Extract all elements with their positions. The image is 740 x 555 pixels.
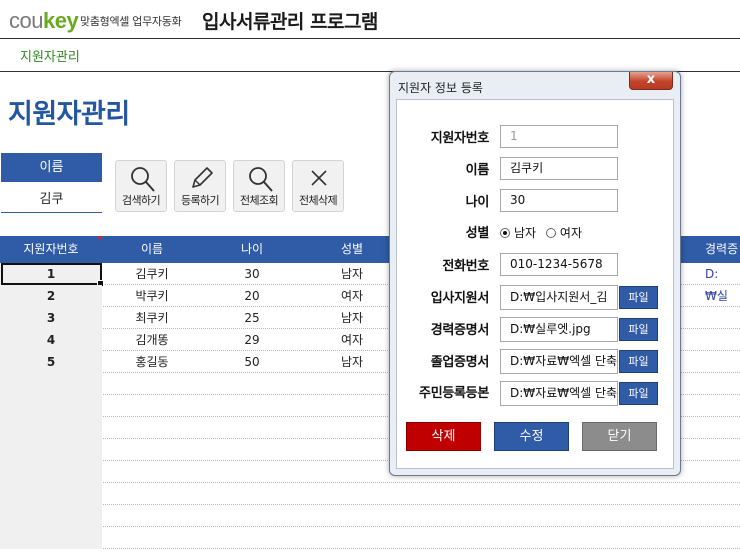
search-button[interactable]: 검색하기 bbox=[115, 160, 167, 212]
cell-age[interactable]: 30 bbox=[202, 263, 302, 285]
brand-logo: coukey bbox=[9, 8, 79, 33]
cell-id[interactable]: 5 bbox=[0, 351, 102, 373]
resume-path-field[interactable]: D:₩입사지원서_김 bbox=[500, 285, 618, 310]
delete-button[interactable]: 삭제 bbox=[406, 422, 481, 451]
close-button[interactable]: 닫기 bbox=[582, 422, 657, 451]
register-button-label: 등록하기 bbox=[180, 194, 220, 207]
x-icon bbox=[311, 170, 327, 186]
view-all-button-label: 전체조회 bbox=[239, 194, 279, 207]
cell-name[interactable]: 김개똥 bbox=[102, 329, 202, 351]
cell-age[interactable]: 25 bbox=[202, 307, 302, 329]
search-name-label: 이름 bbox=[1, 153, 102, 182]
column-header-age[interactable]: 나이 bbox=[202, 236, 302, 263]
row-id-cell-bg bbox=[0, 395, 102, 417]
resume-file-button[interactable]: 파일 bbox=[619, 286, 658, 309]
cell-career[interactable] bbox=[695, 329, 740, 351]
delete-all-button-label: 전체삭제 bbox=[298, 194, 338, 207]
resident-file-button[interactable]: 파일 bbox=[619, 382, 658, 405]
row-id-cell-bg bbox=[0, 505, 102, 527]
column-header-gender[interactable]: 성별 bbox=[302, 236, 402, 263]
search-button-label: 검색하기 bbox=[121, 194, 161, 207]
age-label: 나이 bbox=[465, 195, 490, 210]
name-label: 이름 bbox=[465, 163, 490, 178]
row-id-cell-bg bbox=[0, 483, 102, 505]
career-file-button[interactable]: 파일 bbox=[619, 318, 658, 341]
cell-id[interactable]: 3 bbox=[0, 307, 102, 329]
phone-label: 전화번호 bbox=[442, 259, 489, 274]
cell-id[interactable]: 4 bbox=[0, 329, 102, 351]
applicant-dialog: 지원자 정보 등록 x 지원자번호 1 이름 김쿠키 나이 30 성별 남자 여… bbox=[389, 71, 681, 476]
register-button[interactable]: 등록하기 bbox=[174, 160, 226, 212]
cell-age[interactable]: 20 bbox=[202, 285, 302, 307]
row-id-cell-bg bbox=[0, 439, 102, 461]
radio-unchecked-icon bbox=[545, 228, 556, 238]
cell-gender[interactable]: 남자 bbox=[302, 263, 402, 285]
career-label: 경력증명서 bbox=[430, 323, 490, 338]
pencil-icon bbox=[192, 167, 213, 188]
delete-all-button[interactable]: 전체삭제 bbox=[292, 160, 344, 212]
graduation-label: 졸업증명서 bbox=[430, 355, 490, 370]
column-header-career[interactable]: 경력증 bbox=[695, 236, 740, 263]
row-id-cell-bg bbox=[0, 373, 102, 395]
edit-button[interactable]: 수정 bbox=[494, 422, 569, 451]
cell-gender[interactable]: 남자 bbox=[302, 307, 402, 329]
nav-tab-applicant[interactable]: 지원자관리 bbox=[20, 46, 80, 65]
gender-label: 성별 bbox=[465, 226, 490, 241]
table-row[interactable] bbox=[0, 527, 740, 549]
cell-name[interactable]: 김쿠키 bbox=[102, 263, 202, 285]
resident-path-field[interactable]: D:₩자료₩엑셀 단축 bbox=[500, 381, 618, 406]
resume-label: 입사지원서 bbox=[430, 291, 490, 306]
column-header-name[interactable]: 이름 bbox=[102, 236, 202, 263]
search-icon bbox=[249, 167, 273, 192]
graduation-path-field[interactable]: D:₩자료₩엑셀 단축 bbox=[500, 349, 618, 374]
selected-cell-outline bbox=[1, 263, 104, 287]
column-header-id[interactable]: 지원자번호 bbox=[0, 236, 102, 263]
brand-tagline: 맞춤형엑셀 업무자동화 bbox=[80, 15, 182, 28]
search-icon bbox=[131, 167, 155, 192]
cell-career[interactable] bbox=[695, 307, 740, 329]
cell-career[interactable]: D:₩실 bbox=[695, 263, 740, 303]
dialog-close-button[interactable]: x bbox=[629, 72, 673, 90]
resident-label: 주민등록등본 bbox=[419, 386, 489, 401]
cell-career[interactable] bbox=[695, 285, 740, 307]
cell-age[interactable]: 29 bbox=[202, 329, 302, 351]
cell-id[interactable]: 2 bbox=[0, 285, 102, 307]
cell-name[interactable]: 최쿠키 bbox=[102, 307, 202, 329]
cell-gender[interactable]: 남자 bbox=[302, 351, 402, 373]
cell-gender[interactable]: 여자 bbox=[302, 329, 402, 351]
row-id-cell-bg bbox=[0, 527, 102, 549]
graduation-file-button[interactable]: 파일 bbox=[619, 350, 658, 373]
table-row[interactable] bbox=[0, 483, 740, 505]
applicant-id-field: 1 bbox=[500, 125, 618, 148]
gender-female-option[interactable]: 여자 bbox=[545, 226, 582, 240]
phone-field[interactable]: 010-1234-5678 bbox=[500, 253, 618, 276]
app-header: coukey 맞춤형엑셀 업무자동화 입사서류관리 프로그램 bbox=[0, 0, 740, 39]
view-all-button[interactable]: 전체조회 bbox=[233, 160, 285, 212]
gender-radio-group: 남자 여자 bbox=[500, 224, 582, 241]
cell-gender[interactable]: 여자 bbox=[302, 285, 402, 307]
name-field[interactable]: 김쿠키 bbox=[500, 157, 618, 180]
cell-age[interactable]: 50 bbox=[202, 351, 302, 373]
table-row[interactable] bbox=[0, 505, 740, 527]
radio-checked-icon bbox=[500, 228, 510, 238]
page-title: 지원자관리 bbox=[8, 99, 130, 130]
gender-male-option[interactable]: 남자 bbox=[500, 226, 536, 240]
dialog-title: 지원자 정보 등록 bbox=[398, 81, 483, 95]
career-path-field[interactable]: D:₩실루엣.jpg bbox=[500, 317, 618, 342]
row-id-cell-bg bbox=[0, 461, 102, 483]
app-title: 입사서류관리 프로그램 bbox=[202, 11, 378, 33]
age-field[interactable]: 30 bbox=[500, 189, 618, 212]
search-name-input[interactable] bbox=[1, 183, 102, 213]
cell-name[interactable]: 홍길동 bbox=[102, 351, 202, 373]
cell-career[interactable] bbox=[695, 351, 740, 373]
dialog-body: 지원자번호 1 이름 김쿠키 나이 30 성별 남자 여자 전화번호 010-1… bbox=[396, 99, 674, 469]
cell-name[interactable]: 박쿠키 bbox=[102, 285, 202, 307]
applicant-id-label: 지원자번호 bbox=[430, 131, 490, 146]
row-id-cell-bg bbox=[0, 417, 102, 439]
